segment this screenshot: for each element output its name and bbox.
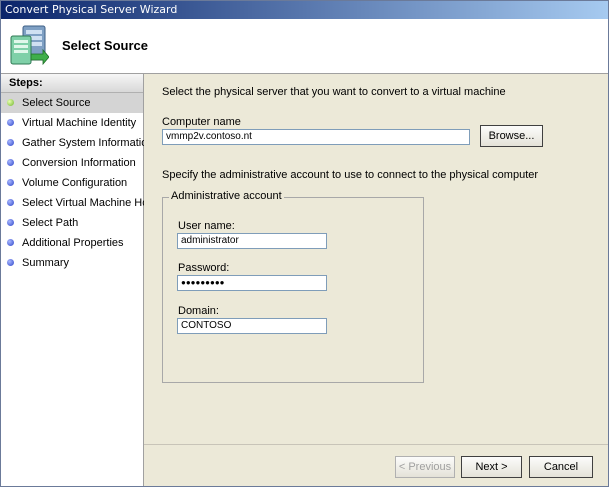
step-select-virtual-machine-host[interactable]: Select Virtual Machine Host	[1, 193, 157, 213]
previous-button[interactable]: < Previous	[395, 456, 455, 478]
step-label: Additional Properties	[22, 237, 124, 249]
account-intro-text: Specify the administrative account to us…	[162, 169, 539, 181]
step-label: Conversion Information	[22, 157, 136, 169]
next-button[interactable]: Next >	[461, 456, 522, 478]
step-bullet-icon	[7, 239, 14, 246]
step-conversion-information[interactable]: Conversion Information	[1, 153, 143, 173]
step-summary[interactable]: Summary	[1, 253, 143, 273]
step-bullet-icon	[7, 259, 14, 266]
page-title: Select Source	[62, 38, 148, 53]
cancel-button[interactable]: Cancel	[529, 456, 593, 478]
step-gather-system-information[interactable]: Gather System Information	[1, 133, 153, 153]
step-virtual-machine-identity[interactable]: Virtual Machine Identity	[1, 113, 143, 133]
step-select-source[interactable]: Select Source	[1, 93, 143, 113]
step-label: Select Path	[22, 217, 79, 229]
username-input[interactable]: administrator	[177, 233, 327, 249]
step-bullet-icon	[7, 159, 14, 166]
intro-text: Select the physical server that you want…	[162, 86, 506, 98]
password-input[interactable]: ●●●●●●●●●	[177, 275, 327, 291]
step-volume-configuration[interactable]: Volume Configuration	[1, 173, 143, 193]
server-wizard-icon	[10, 25, 49, 66]
step-label: Virtual Machine Identity	[22, 117, 137, 129]
group-title: Administrative account	[169, 190, 284, 202]
window-title: Convert Physical Server Wizard	[5, 3, 178, 16]
domain-input[interactable]: CONTOSO	[177, 318, 327, 334]
step-select-path[interactable]: Select Path	[1, 213, 143, 233]
title-bar: Convert Physical Server Wizard	[1, 1, 608, 19]
step-bullet-icon	[7, 119, 14, 126]
domain-label: Domain:	[178, 305, 219, 317]
step-bullet-icon	[7, 179, 14, 186]
password-label: Password:	[178, 262, 230, 274]
step-active-bullet-icon	[7, 99, 14, 106]
step-label: Gather System Information	[22, 137, 154, 149]
username-label: User name:	[178, 220, 235, 232]
step-label: Volume Configuration	[22, 177, 128, 189]
wizard-window: Convert Physical Server Wizard Select So…	[0, 0, 609, 487]
step-label: Select Virtual Machine Host	[22, 197, 157, 209]
step-additional-properties[interactable]: Additional Properties	[1, 233, 143, 253]
step-bullet-icon	[7, 199, 14, 206]
administrative-account-group: Administrative account User name: admini…	[162, 190, 424, 383]
step-label: Select Source	[22, 97, 91, 109]
wizard-header: Select Source	[1, 19, 608, 74]
steps-header: Steps:	[1, 74, 143, 93]
computer-name-input[interactable]: vmmp2v.contoso.nt	[162, 129, 470, 145]
main-content: Select the physical server that you want…	[144, 74, 608, 444]
step-bullet-icon	[7, 219, 14, 226]
step-bullet-icon	[7, 139, 14, 146]
browse-button[interactable]: Browse...	[480, 125, 543, 147]
wizard-footer: < Previous Next > Cancel	[144, 444, 608, 486]
steps-panel: Steps: Select Source Virtual Machine Ide…	[1, 74, 157, 486]
computer-name-label: Computer name	[162, 116, 241, 128]
step-label: Summary	[22, 257, 70, 269]
